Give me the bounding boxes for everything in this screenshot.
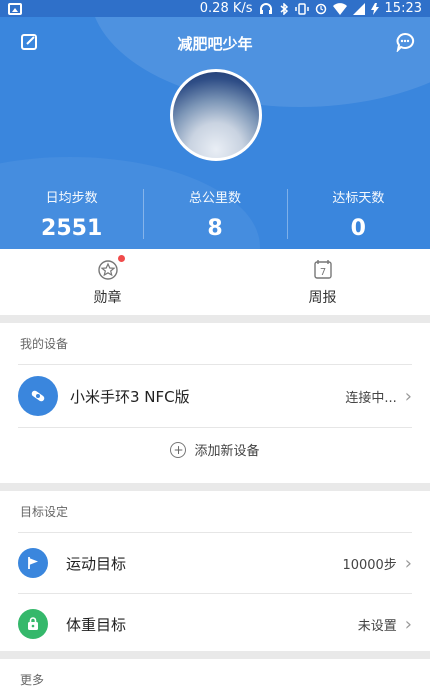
alarm-icon (315, 3, 327, 15)
headphones-icon (259, 2, 273, 15)
stat-goal-days: 达标天数 0 (286, 177, 430, 247)
section-gap (0, 315, 430, 323)
medals-button[interactable]: 勋章 (0, 249, 215, 315)
chat-bubble-icon (396, 32, 415, 52)
weight-goal-row[interactable]: 体重目标 未设置 › (0, 594, 430, 654)
stat-value: 2551 (41, 216, 103, 241)
section-gap (0, 651, 430, 659)
clock: 15:23 (384, 1, 422, 16)
stat-label: 总公里数 (188, 191, 241, 206)
device-name: 小米手环3 NFC版 (70, 387, 190, 406)
device-row[interactable]: 小米手环3 NFC版 连接中... › (0, 365, 430, 427)
weight-goal-value: 未设置 (357, 618, 397, 634)
chevron-right-icon: › (404, 552, 412, 574)
profile-header: 减肥吧少年 日均步数 2551 总公里数 8 达标天数 0 (0, 17, 430, 249)
section-gap (0, 483, 430, 491)
stat-value: 8 (207, 216, 223, 241)
add-icon: + (170, 441, 187, 458)
weekly-report-button[interactable]: 7 周报 (215, 249, 430, 315)
wifi-icon (332, 2, 347, 15)
avatar[interactable] (170, 69, 262, 161)
signal-icon (352, 2, 365, 15)
section-title: 我的设备 (20, 337, 69, 351)
calendar-icon: 7 (312, 259, 334, 281)
chevron-right-icon: › (404, 385, 412, 407)
bluetooth-icon (279, 2, 289, 15)
add-device-label: 添加新设备 (194, 444, 260, 459)
stat-label: 达标天数 (332, 191, 385, 206)
stats-row: 日均步数 2551 总公里数 8 达标天数 0 (0, 177, 430, 247)
page-title: 减肥吧少年 (177, 35, 253, 53)
vibrate-icon (294, 2, 309, 15)
network-speed: 0.28 K/s (199, 1, 253, 16)
exercise-goal-label: 运动目标 (66, 554, 127, 573)
header-wave-decoration (90, 17, 430, 107)
medal-icon (97, 255, 125, 281)
messages-button[interactable] (394, 31, 416, 53)
goals-section: 目标设定 运动目标 10000步 › 体重目标 未设置 › (0, 491, 430, 651)
stat-value: 0 (350, 216, 366, 241)
stat-label: 日均步数 (45, 191, 98, 206)
battery-charging-icon (370, 2, 379, 15)
weight-goal-label: 体重目标 (66, 615, 127, 634)
section-title: 目标设定 (20, 505, 69, 519)
notification-dot (117, 255, 125, 262)
devices-section: 我的设备 小米手环3 NFC版 连接中... › + 添加新设备 (0, 323, 430, 483)
section-title: 更多 (20, 673, 45, 687)
exercise-goal-row[interactable]: 运动目标 10000步 › (0, 533, 430, 593)
gallery-icon (8, 2, 22, 15)
status-bar: 0.28 K/s 15:23 (0, 0, 430, 17)
chevron-right-icon: › (404, 613, 412, 635)
calendar-day: 7 (319, 267, 325, 278)
exercise-goal-value: 10000步 (342, 557, 397, 573)
stat-daily-steps: 日均步数 2551 (0, 177, 143, 247)
add-device-button[interactable]: + 添加新设备 (0, 428, 430, 471)
stat-total-km: 总公里数 8 (143, 177, 286, 247)
more-section: 更多 (0, 659, 430, 700)
quick-actions: 勋章 7 周报 (0, 249, 430, 315)
weekly-report-label: 周报 (308, 290, 337, 306)
device-status: 连接中... (345, 390, 397, 406)
band-icon (18, 376, 58, 416)
flag-icon (18, 548, 48, 578)
bag-icon (18, 609, 48, 639)
medals-label: 勋章 (93, 290, 122, 306)
